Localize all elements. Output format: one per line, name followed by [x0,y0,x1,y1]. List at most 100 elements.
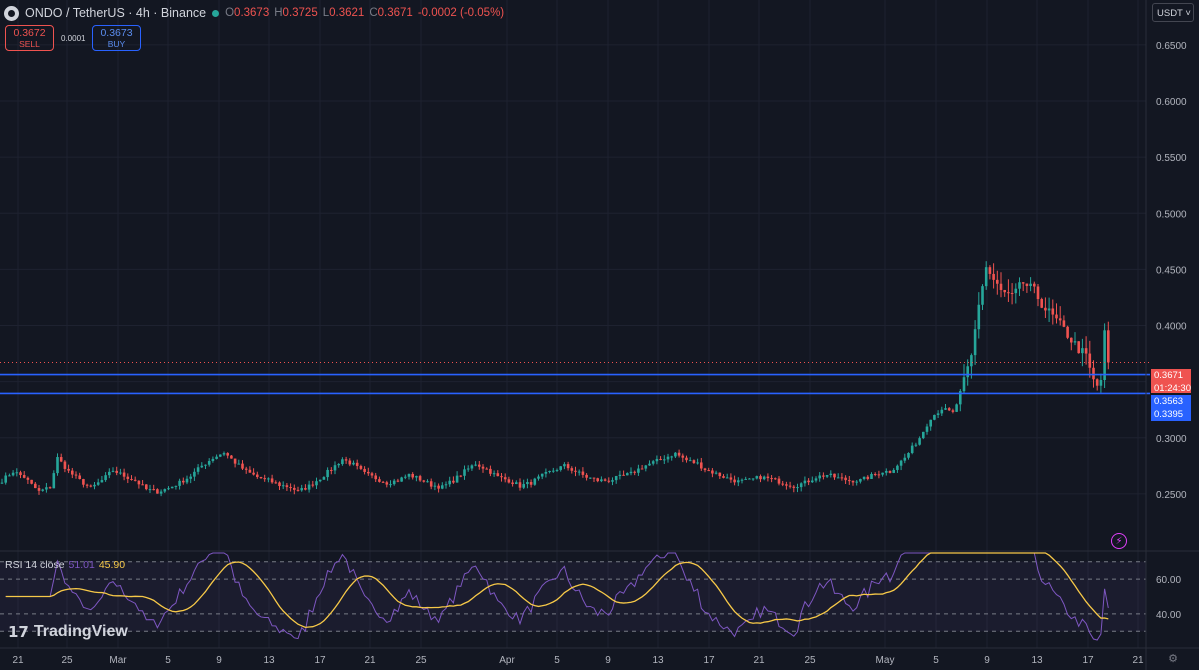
sell-button[interactable]: 0.3672 SELL [5,25,54,51]
candle-body [318,479,322,482]
candle-body [278,482,281,487]
candle-body [374,475,377,480]
candle-body [78,475,81,480]
candle-body [170,486,174,489]
candle-body [1003,289,1006,293]
candle-body [896,465,899,470]
candle-body [944,408,947,410]
candle-body [552,470,555,472]
symbol-title[interactable]: ONDO / TetherUS · 4h · Binance [25,6,206,20]
candle-body [984,267,988,287]
candle-body [1066,326,1069,338]
candle-body [237,463,241,465]
candle-body [692,460,696,464]
candle-body [947,408,951,411]
candle-body [411,473,414,478]
candle-body [204,464,207,466]
market-open-icon [212,9,220,17]
candle-body [1062,320,1066,327]
lightning-icon[interactable]: ⚡ [1111,533,1127,549]
candle-body [56,457,59,474]
candle-body [611,480,614,482]
candle-body [674,452,677,457]
y-tick-label: 0.4000 [1156,322,1187,333]
candle-body [759,476,762,480]
hline-label-2: 0.3395 [1151,408,1191,421]
candle-body [829,473,833,475]
candle-body [640,468,644,470]
candle-body [966,366,969,378]
x-tick-label: 21 [364,655,376,666]
rsi-legend[interactable]: RSI 14 close 51.01 45.90 [5,559,125,571]
candle-body [189,476,192,479]
candle-body [244,468,248,470]
candle-body [4,475,7,483]
candle-body [603,479,607,481]
candle-body [659,458,662,460]
candle-body [267,478,270,480]
candle-body [429,481,433,487]
candle-body [774,478,777,480]
candle-body [729,477,733,480]
candle-body [744,478,747,480]
candle-body [503,477,507,480]
candle-body [770,478,773,480]
candle-body [52,473,56,489]
candle-body [840,477,844,479]
candle-body [196,467,200,472]
candles-layer [0,261,1110,497]
candle-body [115,470,118,473]
candle-body [655,458,659,462]
y-tick-label: 0.2500 [1156,490,1187,501]
candle-body [618,474,622,476]
candle-body [910,445,914,453]
x-tick-label: 5 [165,655,171,666]
y-tick-label: 0.6000 [1156,97,1187,108]
candle-body [788,485,792,487]
settings-icon[interactable]: ⚙ [1166,652,1180,666]
candle-body [637,468,640,473]
candle-body [529,482,533,485]
rsi-tick-label: 40.00 [1156,610,1181,621]
candle-body [526,482,529,485]
candle-body [533,478,537,485]
candle-body [219,454,222,457]
candle-body [133,479,137,481]
candle-body [182,480,185,483]
candle-body [48,487,52,489]
candle-body [418,476,422,481]
candle-body [970,355,973,367]
candle-body [718,472,722,477]
candle-body [1047,308,1051,311]
candle-body [496,473,500,477]
candle-body [392,480,396,485]
y-tick-label: 0.6500 [1156,41,1187,52]
candle-body [415,476,418,478]
candle-body [907,452,910,458]
candle-body [67,468,70,471]
candle-body [82,479,85,485]
candle-body [651,461,655,464]
price-chart[interactable]: 60.00 40.00 0.6500 0.6000 0.5500 0.5000 0.450… [0,0,1199,670]
candle-body [825,474,829,477]
candle-body [300,488,303,491]
candle-body [348,460,352,465]
candle-body [126,476,130,479]
currency-select[interactable]: USDT ˅ [1152,3,1194,22]
candle-body [174,485,178,487]
candle-body [230,455,233,459]
candle-body [270,478,274,483]
candle-body [30,479,33,484]
x-tick-label: 9 [984,655,990,666]
candle-body [285,485,289,488]
candle-body [707,470,710,472]
x-tick-label: 5 [554,655,560,666]
candle-body [96,482,100,485]
candle-body [389,484,392,486]
buy-button[interactable]: 0.3673 BUY [92,25,141,51]
candle-body [899,460,903,466]
candle-body [352,462,355,465]
candle-body [1107,330,1110,363]
candle-body [178,480,181,486]
candle-body [844,477,847,481]
